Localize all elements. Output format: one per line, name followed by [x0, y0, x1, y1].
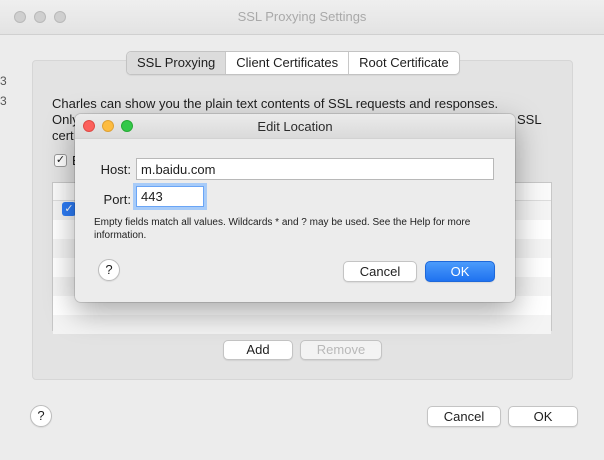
- tab-ssl-proxying[interactable]: SSL Proxying: [127, 52, 227, 74]
- wildcard-hint: Empty fields match all values. Wildcards…: [94, 217, 471, 241]
- window-title: SSL Proxying Settings: [237, 9, 367, 24]
- edit-location-dialog: Edit Location Host: Port: Empty fields m…: [75, 114, 515, 302]
- tab-bar: SSL Proxying Client Certificates Root Ce…: [126, 51, 460, 75]
- description-text: Charles can show you the plain text cont…: [52, 96, 552, 112]
- remove-location-button[interactable]: Remove: [300, 340, 382, 360]
- enable-ssl-proxying-checkbox[interactable]: ✓: [54, 154, 67, 167]
- cancel-button[interactable]: Cancel: [427, 406, 501, 427]
- dialog-help-button[interactable]: ?: [98, 259, 120, 281]
- left-edge-fragment: 3: [0, 94, 7, 108]
- port-field[interactable]: [136, 186, 204, 207]
- description-line-3-start: cert: [52, 128, 74, 143]
- dialog-ok-button[interactable]: OK: [425, 261, 495, 282]
- dialog-title: Edit Location: [257, 119, 333, 134]
- description-line-1: Charles can show you the plain text cont…: [52, 96, 499, 111]
- ok-button[interactable]: OK: [508, 406, 578, 427]
- dialog-cancel-button[interactable]: Cancel: [343, 261, 417, 282]
- left-edge-fragment: 3: [0, 74, 7, 88]
- port-label: Port:: [103, 192, 131, 207]
- host-field[interactable]: [136, 158, 494, 180]
- tab-client-certificates[interactable]: Client Certificates: [226, 52, 350, 74]
- tab-root-certificate[interactable]: Root Certificate: [349, 52, 459, 74]
- help-button[interactable]: ?: [30, 405, 52, 427]
- add-location-button[interactable]: Add: [223, 340, 293, 360]
- row-enabled-checkbox[interactable]: ✓: [62, 202, 76, 216]
- description-line-2-end: SSL: [517, 112, 542, 127]
- host-label: Host:: [100, 162, 131, 177]
- table-row[interactable]: [53, 315, 551, 334]
